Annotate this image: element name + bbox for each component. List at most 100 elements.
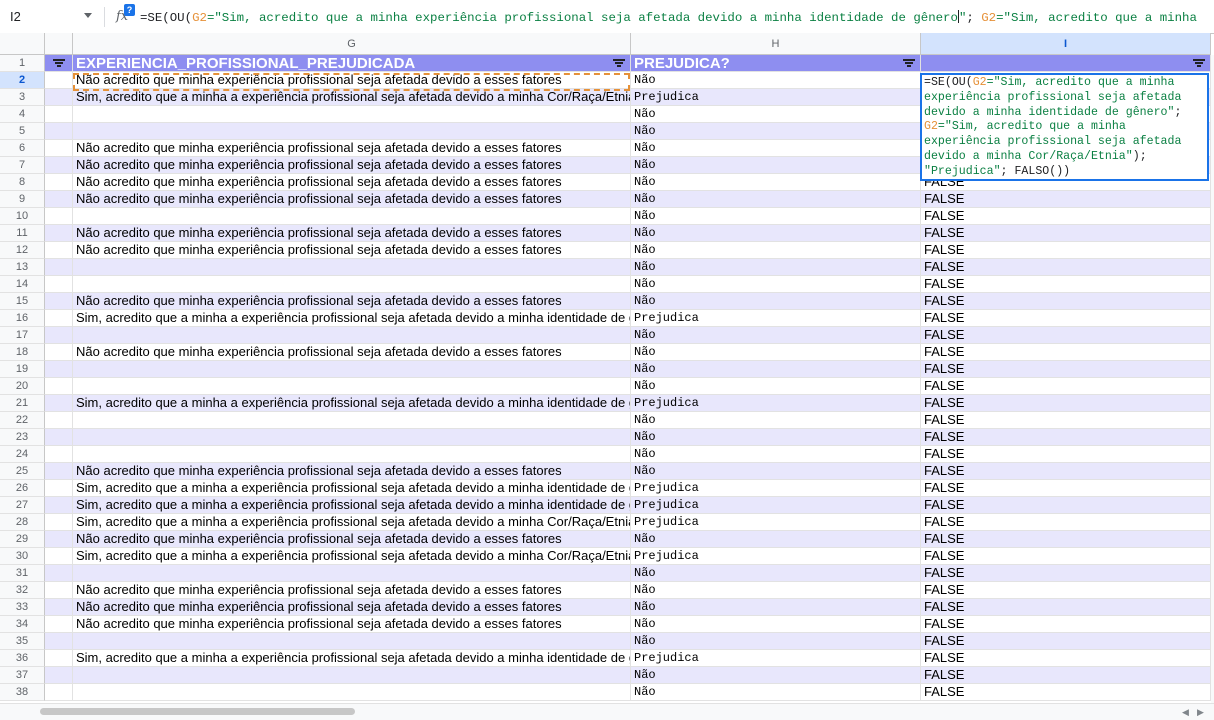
cell-g[interactable]: Sim, acredito que a minha a experiência … — [73, 310, 631, 327]
cell-f[interactable] — [45, 106, 73, 123]
row-header[interactable]: 6 — [0, 140, 45, 157]
cell-f[interactable] — [45, 531, 73, 548]
header-cell-h[interactable]: PREJUDICA? — [631, 55, 921, 72]
cell-g[interactable]: Não acredito que minha experiência profi… — [73, 599, 631, 616]
cell-f[interactable] — [45, 242, 73, 259]
cell-f[interactable] — [45, 446, 73, 463]
cell-f[interactable] — [45, 650, 73, 667]
cell-g[interactable]: Não acredito que minha experiência profi… — [73, 344, 631, 361]
select-all-corner[interactable] — [0, 33, 45, 55]
cell-h[interactable]: Não — [631, 191, 921, 208]
cell-f[interactable] — [45, 89, 73, 106]
cell-f[interactable] — [45, 497, 73, 514]
cell-i[interactable]: FALSE — [921, 650, 1211, 667]
cell-h[interactable]: Não — [631, 123, 921, 140]
cell-h[interactable]: Não — [631, 293, 921, 310]
cell-i[interactable]: FALSE — [921, 310, 1211, 327]
cell-h[interactable]: Não — [631, 361, 921, 378]
cell-f[interactable] — [45, 310, 73, 327]
row-header[interactable]: 33 — [0, 599, 45, 616]
cell-f[interactable] — [45, 480, 73, 497]
cell-g[interactable]: Sim, acredito que a minha a experiência … — [73, 548, 631, 565]
cell-g[interactable] — [73, 633, 631, 650]
cell-g[interactable] — [73, 378, 631, 395]
cell-i[interactable]: FALSE — [921, 599, 1211, 616]
filter-icon[interactable] — [613, 58, 625, 68]
cell-i[interactable]: FALSE — [921, 276, 1211, 293]
cell-f[interactable] — [45, 276, 73, 293]
cell-h[interactable]: Prejudica — [631, 650, 921, 667]
cell-h[interactable]: Não — [631, 667, 921, 684]
cell-f[interactable] — [45, 582, 73, 599]
cell-i[interactable]: FALSE — [921, 208, 1211, 225]
name-box[interactable]: I2 — [10, 9, 21, 24]
cell-i[interactable]: FALSE — [921, 327, 1211, 344]
cell-f[interactable] — [45, 633, 73, 650]
cell-g[interactable]: Sim, acredito que a minha a experiência … — [73, 514, 631, 531]
cell-f[interactable] — [45, 548, 73, 565]
column-header-f[interactable] — [45, 33, 73, 55]
cell-h[interactable]: Não — [631, 276, 921, 293]
cell-f[interactable] — [45, 463, 73, 480]
cell-h[interactable]: Não — [631, 174, 921, 191]
cell-f[interactable] — [45, 140, 73, 157]
cell-f[interactable] — [45, 599, 73, 616]
cell-i[interactable]: FALSE — [921, 497, 1211, 514]
cell-f[interactable] — [45, 157, 73, 174]
row-header[interactable]: 31 — [0, 565, 45, 582]
row-header[interactable]: 34 — [0, 616, 45, 633]
cell-h[interactable]: Prejudica — [631, 395, 921, 412]
cell-i[interactable]: FALSE — [921, 361, 1211, 378]
cell-f[interactable] — [45, 72, 73, 89]
column-header-g[interactable]: G — [73, 33, 631, 55]
cell-h[interactable]: Prejudica — [631, 310, 921, 327]
row-header[interactable]: 36 — [0, 650, 45, 667]
column-header-h[interactable]: H — [631, 33, 921, 55]
cell-g[interactable] — [73, 667, 631, 684]
formula-help-icon[interactable]: ? — [124, 4, 135, 16]
row-header[interactable]: 26 — [0, 480, 45, 497]
chevron-down-icon[interactable] — [84, 13, 92, 18]
cell-i[interactable]: FALSE — [921, 378, 1211, 395]
cell-h[interactable]: Não — [631, 463, 921, 480]
cell-g[interactable]: Não acredito que minha experiência profi… — [73, 157, 631, 174]
row-header[interactable]: 19 — [0, 361, 45, 378]
cell-f[interactable] — [45, 667, 73, 684]
cell-i[interactable]: FALSE — [921, 633, 1211, 650]
cell-i[interactable]: FALSE — [921, 565, 1211, 582]
row-header[interactable]: 4 — [0, 106, 45, 123]
cell-i[interactable]: FALSE — [921, 582, 1211, 599]
cell-h[interactable]: Não — [631, 157, 921, 174]
cell-g[interactable]: Não acredito que minha experiência profi… — [73, 531, 631, 548]
row-header[interactable]: 27 — [0, 497, 45, 514]
cell-h[interactable]: Não — [631, 140, 921, 157]
cell-f[interactable] — [45, 361, 73, 378]
cell-f[interactable] — [45, 174, 73, 191]
cell-i[interactable]: FALSE — [921, 293, 1211, 310]
cell-i[interactable]: FALSE — [921, 616, 1211, 633]
cell-f[interactable] — [45, 429, 73, 446]
cell-f[interactable] — [45, 123, 73, 140]
cell-f[interactable] — [45, 565, 73, 582]
cell-i[interactable]: FALSE — [921, 667, 1211, 684]
cell-h[interactable]: Não — [631, 242, 921, 259]
cell-g[interactable]: Sim, acredito que a minha a experiência … — [73, 497, 631, 514]
cell-g[interactable]: Não acredito que minha experiência profi… — [73, 616, 631, 633]
cell-g[interactable] — [73, 208, 631, 225]
header-cell-g[interactable]: EXPERIENCIA_PROFISSIONAL_PREJUDICADA — [73, 55, 631, 72]
cell-g[interactable] — [73, 684, 631, 701]
cell-h[interactable]: Não — [631, 412, 921, 429]
cell-g[interactable] — [73, 259, 631, 276]
row-header[interactable]: 10 — [0, 208, 45, 225]
cell-g[interactable] — [73, 446, 631, 463]
cell-f[interactable] — [45, 225, 73, 242]
row-header[interactable]: 7 — [0, 157, 45, 174]
cell-g[interactable]: Sim, acredito que a minha a experiência … — [73, 650, 631, 667]
cell-f[interactable] — [45, 378, 73, 395]
row-header[interactable]: 3 — [0, 89, 45, 106]
row-header[interactable]: 8 — [0, 174, 45, 191]
row-header[interactable]: 18 — [0, 344, 45, 361]
cell-i[interactable]: FALSE — [921, 429, 1211, 446]
cell-g[interactable] — [73, 123, 631, 140]
cell-g[interactable]: Não acredito que minha experiência profi… — [73, 225, 631, 242]
